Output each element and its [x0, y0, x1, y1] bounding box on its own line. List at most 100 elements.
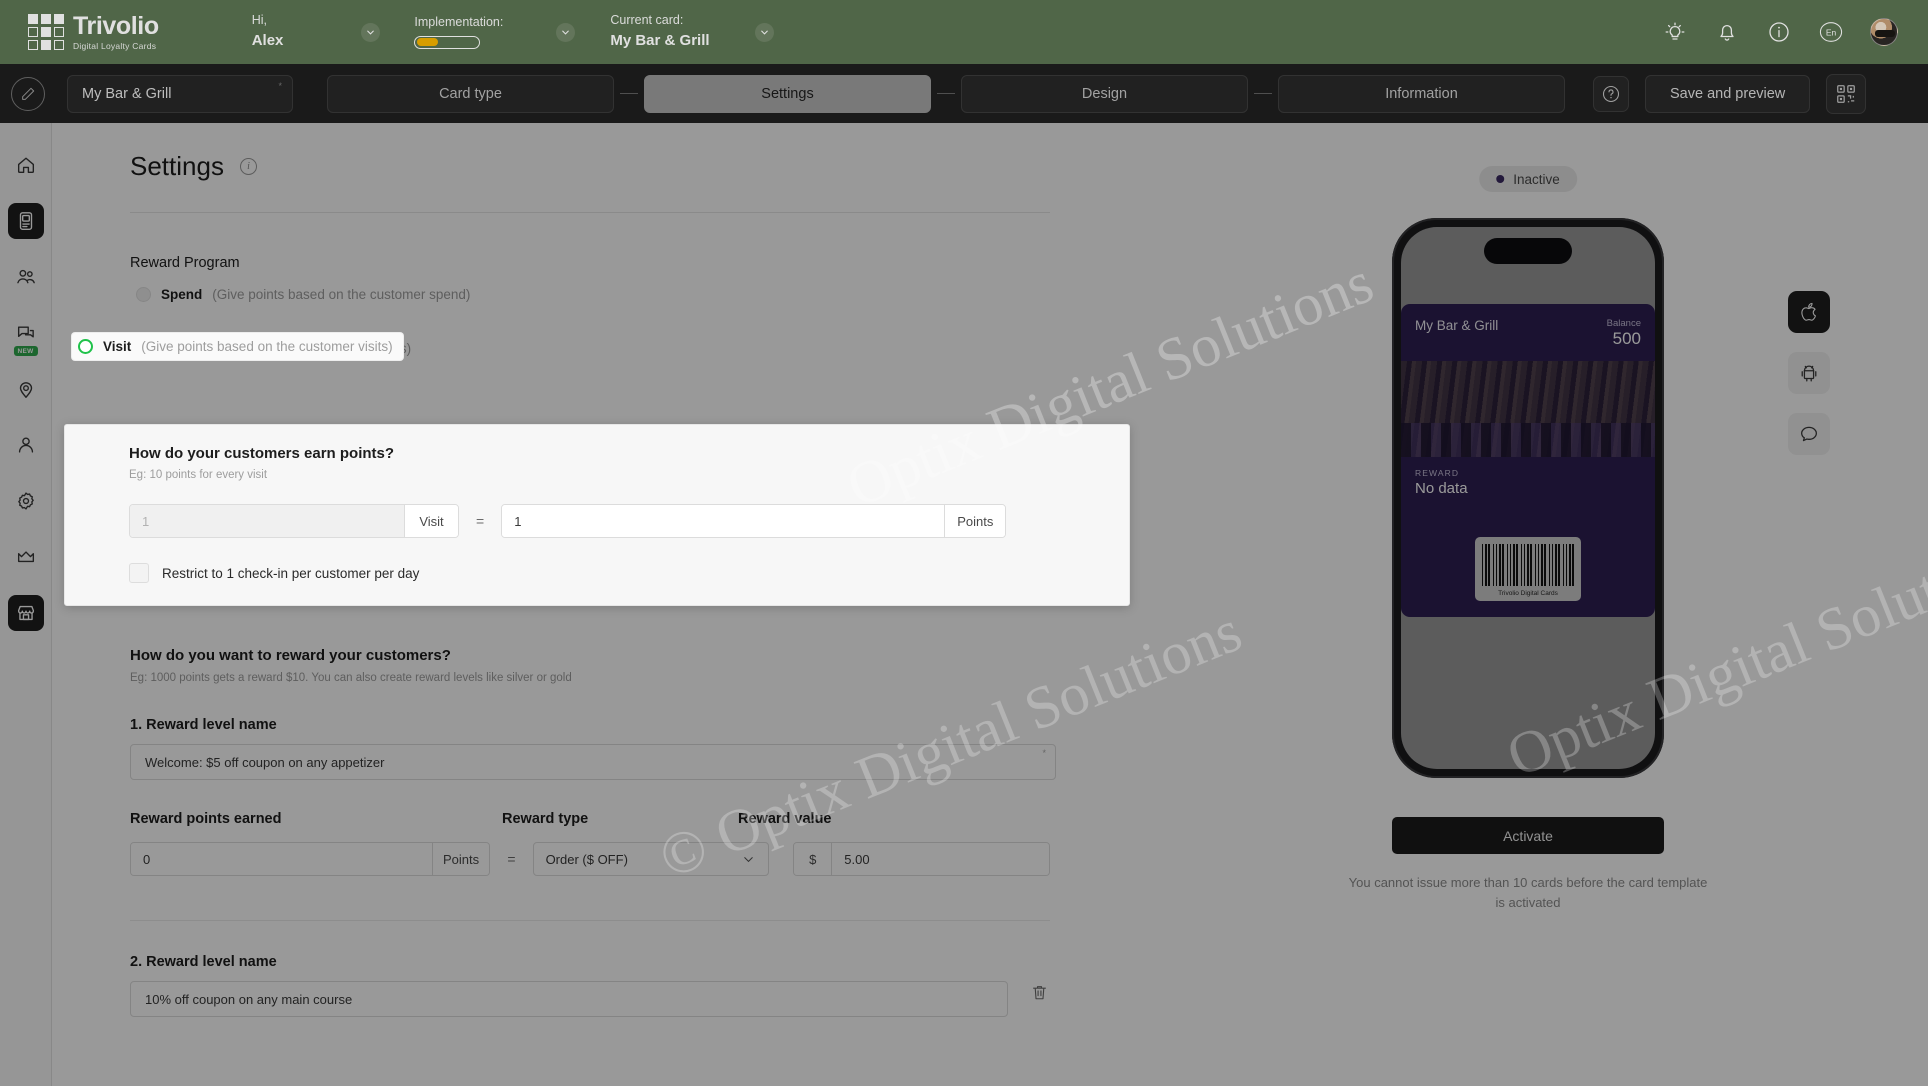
wallet-barcode: Trivolio Digital Cards	[1475, 536, 1581, 601]
implementation-progress-bar	[414, 35, 481, 49]
activate-note: You cannot issue more than 10 cards befo…	[1348, 875, 1708, 911]
tab-design[interactable]: Design	[961, 74, 1248, 113]
earn-points-field[interactable]: Points	[501, 504, 1007, 538]
sidebar-item-locations[interactable]	[8, 371, 44, 407]
sidebar-item-profile[interactable]	[8, 427, 44, 463]
title-divider	[130, 212, 1050, 213]
reward-columns-headers: Reward points earned Reward type Reward …	[130, 810, 1050, 828]
top-icon-group: En	[1662, 18, 1898, 46]
sidebar-item-customers[interactable]	[8, 259, 44, 295]
implementation-block: Implementation:	[414, 15, 503, 49]
greeting-label: Hi,	[251, 13, 267, 28]
wallet-balance-value: 500	[1612, 329, 1641, 348]
svg-text:En: En	[1826, 28, 1837, 38]
implementation-chevron-down-icon[interactable]	[556, 22, 576, 42]
earn-points-title: How do your customers earn points?	[129, 445, 395, 462]
reward-value-field[interactable]: $	[793, 842, 1050, 876]
activate-button[interactable]: Activate	[1392, 817, 1664, 854]
reward-level-1-name-input[interactable]: Welcome: $5 off coupon on any appetizer …	[130, 744, 1056, 780]
top-header-bar: Trivolio Digital Loyalty Cards Hi, Alex …	[0, 0, 1928, 64]
logo-name: Trivolio	[73, 11, 159, 40]
reward-level-2-name-value: 10% off coupon on any main course	[145, 991, 353, 1007]
greeting-username: Alex	[251, 31, 284, 49]
delete-reward-level-2-icon[interactable]	[1030, 983, 1050, 1005]
wallet-card-preview: My Bar & Grill Balance 500 REWARD No dat…	[1401, 304, 1655, 617]
earn-points-card: How do your customers earn points? Eg: 1…	[64, 424, 1130, 606]
logo-tagline: Digital Loyalty Cards	[73, 40, 157, 51]
earn-visit-input[interactable]	[130, 505, 404, 537]
earn-visit-field[interactable]: Visit	[129, 504, 459, 538]
sidebar-item-chat[interactable]: NEW	[8, 315, 44, 356]
reward-value-input[interactable]	[832, 843, 1049, 875]
sidebar-item-store[interactable]	[7, 595, 44, 631]
sidebar-item-settings[interactable]	[8, 483, 44, 519]
language-icon[interactable]: En	[1818, 19, 1844, 45]
current-card-block: Current card: My Bar & Grill	[610, 13, 709, 50]
tab-card-type[interactable]: Card type	[327, 74, 614, 113]
reward-question-title: How do you want to reward your customers…	[130, 647, 451, 664]
reward-level-1-heading: 1. Reward level name	[130, 717, 277, 733]
logo-grid-icon	[28, 14, 64, 50]
page-title: Settings	[130, 151, 224, 181]
sidebar-item-premium[interactable]	[8, 539, 44, 575]
phone-screen: My Bar & Grill Balance 500 REWARD No dat…	[1401, 227, 1655, 769]
greeting-block: Hi, Alex	[252, 13, 284, 50]
reward-question-subtitle: Eg: 1000 points gets a reward $10. You c…	[130, 672, 572, 684]
radio-visit-help: (Give points based on the customer visit…	[141, 339, 393, 354]
wallet-reward-label: REWARD	[1415, 467, 1460, 478]
sidebar-item-home[interactable]	[8, 147, 44, 183]
reward-level-1-fields: Points = Order ($ OFF) $	[130, 842, 1050, 876]
card-selector-dropdown[interactable]: My Bar & Grill *	[67, 74, 293, 113]
wallet-reward-value: No data	[1415, 479, 1468, 497]
avatar[interactable]	[1870, 18, 1898, 46]
earn-points-input[interactable]	[502, 505, 945, 537]
lightbulb-icon[interactable]	[1662, 19, 1688, 45]
reward-level-divider	[130, 920, 1050, 921]
edit-pencil-icon[interactable]	[11, 76, 45, 111]
phone-mockup: My Bar & Grill Balance 500 REWARD No dat…	[1392, 218, 1664, 778]
greeting-chevron-down-icon[interactable]	[361, 22, 381, 42]
app-root: Trivolio Digital Loyalty Cards Hi, Alex …	[0, 0, 1928, 1086]
tab-information-label: Information	[1385, 85, 1458, 102]
reward-level-1-name-value: Welcome: $5 off coupon on any appetizer	[145, 754, 385, 770]
wallet-balance-label: Balance	[1606, 318, 1641, 329]
reward-type-dropdown[interactable]: Order ($ OFF)	[532, 842, 770, 876]
restrict-checkin-checkbox[interactable]	[129, 563, 149, 583]
reward-points-earned-field[interactable]: Points	[130, 842, 491, 876]
status-badge: Inactive	[1479, 166, 1577, 192]
sidebar-item-cards[interactable]	[7, 203, 44, 239]
reward-level-2-name-input[interactable]: 10% off coupon on any main course	[130, 981, 1008, 1017]
brand-logo[interactable]: Trivolio Digital Loyalty Cards	[28, 11, 159, 51]
help-button[interactable]	[1593, 75, 1629, 112]
tab-information[interactable]: Information	[1278, 74, 1565, 113]
bell-icon[interactable]	[1714, 19, 1740, 45]
earn-points-suffix: Points	[944, 505, 1006, 537]
step-divider	[1254, 92, 1272, 95]
info-icon[interactable]	[1766, 19, 1792, 45]
radio-option-visit[interactable]: Visit (Give points based on the customer…	[72, 333, 403, 360]
wallet-card-hero-image	[1401, 360, 1655, 457]
current-card-chevron-down-icon[interactable]	[754, 22, 774, 42]
tab-settings[interactable]: Settings	[644, 74, 931, 113]
save-and-preview-button[interactable]: Save and preview	[1645, 74, 1811, 113]
reward-level-2-heading: 2. Reward level name	[130, 954, 277, 970]
page-info-icon[interactable]: i	[239, 158, 257, 175]
barcode-caption: Trivolio Digital Cards	[1498, 589, 1558, 597]
restrict-checkin-row[interactable]: Restrict to 1 check-in per customer per …	[129, 563, 1129, 583]
wallet-card-name: My Bar & Grill	[1415, 318, 1499, 333]
message-icon[interactable]	[1788, 413, 1830, 455]
status-dot-icon	[1496, 175, 1505, 183]
android-icon[interactable]	[1788, 352, 1830, 394]
qr-code-icon[interactable]	[1826, 73, 1867, 114]
apple-icon[interactable]	[1788, 291, 1830, 333]
restrict-checkin-label: Restrict to 1 check-in per customer per …	[162, 565, 420, 581]
earn-points-subtitle: Eg: 10 points for every visit	[129, 469, 268, 481]
phone-notch	[1484, 238, 1572, 264]
reward-points-suffix: Points	[431, 843, 490, 875]
tab-design-label: Design	[1081, 85, 1128, 102]
chevron-down-icon	[744, 856, 754, 862]
reward-points-earned-input[interactable]	[131, 843, 432, 875]
radio-spend-indicator	[136, 287, 151, 302]
card-selector-value: My Bar & Grill	[82, 85, 172, 102]
radio-option-spend[interactable]: Spend (Give points based on the customer…	[130, 281, 478, 308]
